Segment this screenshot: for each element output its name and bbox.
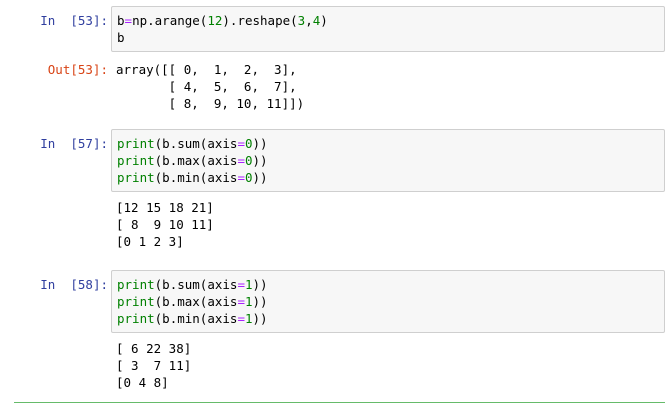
code-token: print [117,153,155,168]
output-line: [0 4 8] [116,375,169,390]
code-token: 0 [244,170,253,185]
code-token: 1 [244,311,253,326]
code-token: = [124,13,133,28]
output-line: [ 8 9 10 11] [116,217,214,232]
code-token: )) [252,311,268,326]
code-token: )) [252,294,268,309]
output-line: [0 1 2 3] [116,234,184,249]
selected-cell-border [14,402,665,403]
code-line: print(b.max(axis=0)) [117,152,664,169]
code-token: np.arange( [132,13,208,28]
code-token: , [305,13,313,28]
code-token: )) [252,153,268,168]
code-token: )) [252,136,268,151]
code-token: 1 [244,277,253,292]
code-token: print [117,136,155,151]
code-token: = [237,153,245,168]
code-token: b [117,30,125,45]
output-line: [ 4, 5, 6, 7], [116,79,297,94]
code-token: )) [252,277,268,292]
code-input-area[interactable]: print(b.sum(axis=0)) print(b.max(axis=0))… [111,129,665,192]
output-line: [ 6 22 38] [116,341,192,356]
code-token: (b.min(axis [154,170,238,185]
code-token: (b.max(axis [154,294,238,309]
code-line: print(b.sum(axis=1)) [117,276,664,293]
input-prompt: In [53]: [40,13,108,28]
code-line: b=np.arange(12).reshape(3,4) [117,12,664,29]
code-token: print [117,170,155,185]
output-prompt: Out[53]: [47,62,108,77]
code-token: 0 [244,136,253,151]
code-token: ).reshape( [222,13,298,28]
code-token: print [117,294,155,309]
output-line: [12 15 18 21] [116,200,214,215]
code-token: = [237,136,245,151]
code-token: = [237,277,245,292]
code-token: (b.min(axis [154,311,238,326]
cell-output: [12 15 18 21] [ 8 9 10 11] [0 1 2 3] [116,199,665,250]
code-token: (b.sum(axis [154,277,238,292]
code-token: = [237,170,245,185]
cell-output: [ 6 22 38] [ 3 7 11] [0 4 8] [116,340,665,391]
code-token: 12 [207,13,223,28]
code-token: (b.sum(axis [154,136,238,151]
code-line: b [117,29,664,46]
code-token: )) [252,170,268,185]
output-line: [ 3 7 11] [116,358,192,373]
code-input-area[interactable]: print(b.sum(axis=1)) print(b.max(axis=1))… [111,270,665,333]
code-line: print(b.min(axis=1)) [117,310,664,327]
output-line: array([[ 0, 1, 2, 3], [116,62,297,77]
code-token: 0 [244,153,253,168]
code-input-area[interactable]: b=np.arange(12).reshape(3,4) b [111,6,665,52]
code-line: print(b.min(axis=0)) [117,169,664,186]
cell-output: array([[ 0, 1, 2, 3], [ 4, 5, 6, 7], [ 8… [116,61,665,112]
code-token: = [237,311,245,326]
input-prompt: In [57]: [40,136,108,151]
code-token: (b.max(axis [154,153,238,168]
code-line: print(b.sum(axis=0)) [117,135,664,152]
code-token: 1 [244,294,253,309]
output-line: [ 8, 9, 10, 11]]) [116,96,305,111]
code-token: b [117,13,125,28]
code-line: print(b.max(axis=1)) [117,293,664,310]
code-token: print [117,277,155,292]
code-token: = [237,294,245,309]
code-token: ) [320,13,328,28]
input-prompt: In [58]: [40,277,108,292]
code-token: print [117,311,155,326]
